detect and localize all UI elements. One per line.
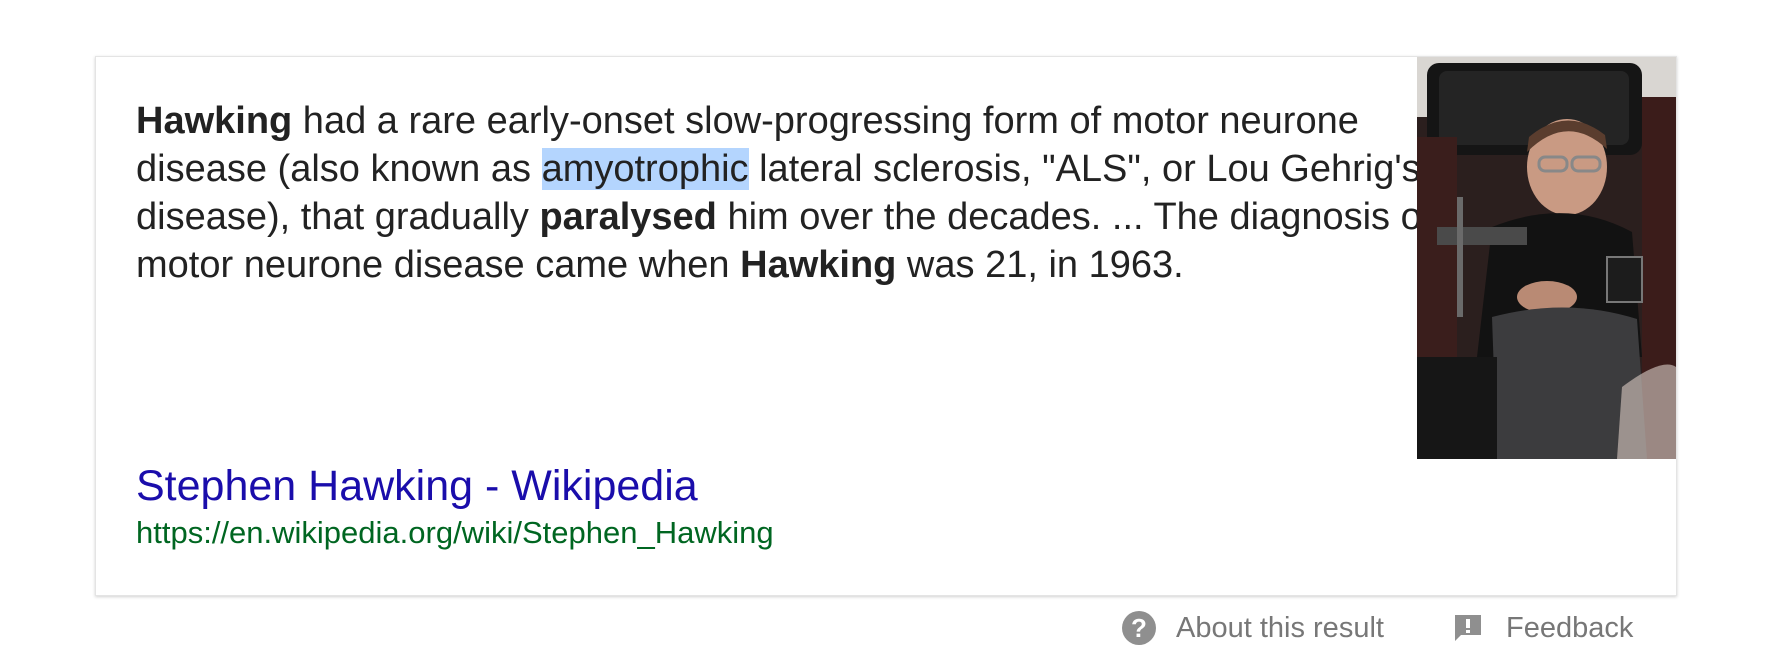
snippet-bold-term: Hawking [740,244,897,286]
about-this-result-button[interactable]: ? About this result [1122,603,1384,653]
snippet-bold-term: paralysed [539,196,717,238]
selected-text-highlight[interactable]: amyotrophic [541,148,749,190]
snippet-bold-term: Hawking [136,100,293,142]
snippet-text: Hawking had a rare early-onset slow-prog… [136,97,1476,289]
snippet-text-segment: was 21, in 1963. [896,244,1184,286]
featured-snippet-card: Hawking had a rare early-onset slow-prog… [95,56,1677,596]
result-thumbnail-image[interactable] [1417,57,1676,459]
about-this-result-label: About this result [1176,611,1384,644]
portrait-photo-icon [1417,57,1676,459]
question-circle-icon: ? [1122,611,1156,645]
snippet-footer: ? About this result Feedback [0,603,1776,653]
feedback-label: Feedback [1506,611,1634,644]
feedback-flag-icon [1455,615,1481,641]
feedback-button[interactable]: Feedback [1452,603,1633,653]
result-title-link[interactable]: Stephen Hawking - Wikipedia [136,460,698,512]
result-url: https://en.wikipedia.org/wiki/Stephen_Ha… [136,515,774,550]
